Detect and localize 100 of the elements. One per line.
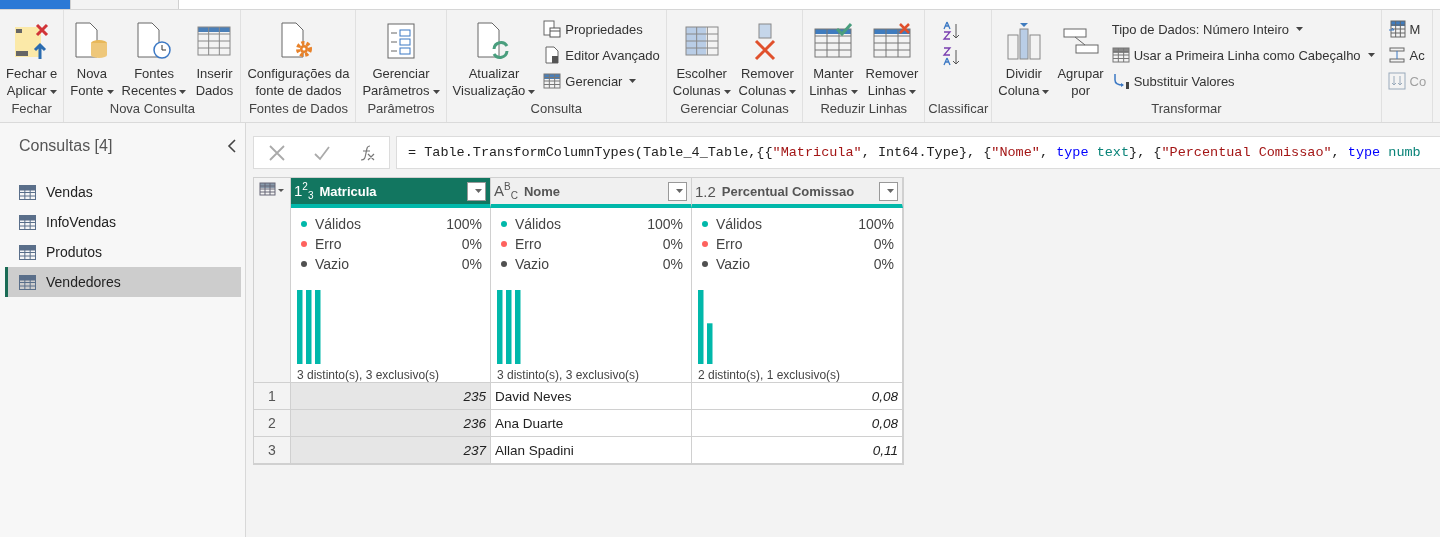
group-label: Nova Consulta (108, 100, 197, 118)
filter-dropdown[interactable] (467, 181, 486, 201)
page-clock-icon (134, 21, 174, 61)
ribbon-button[interactable]: Inserir Dados (191, 16, 238, 99)
table-icon (19, 274, 36, 290)
query-label: InfoVendas (46, 214, 117, 230)
group-label: Parâmetros (366, 100, 436, 118)
caret-icon (675, 189, 683, 193)
ribbon-button[interactable]: Substituir Valores (1108, 70, 1378, 92)
quality-value: 0% (662, 236, 683, 252)
quality-label: Vazio (315, 256, 350, 272)
table-cell: 235 (291, 383, 491, 410)
table-cell: 0,08 (692, 383, 903, 410)
table-menu-icon (259, 182, 285, 196)
ribbon-button[interactable]: Propriedades (540, 18, 663, 40)
table-cell: 0,11 (692, 437, 903, 464)
ribbon-button[interactable]: Fechar e Aplicar (3, 16, 61, 99)
table-icon (19, 244, 36, 260)
distinct-summary: 3 distinto(s), 3 exclusivo(s) (297, 368, 441, 382)
properties-icon (543, 20, 562, 38)
ribbon-button[interactable]: Atualizar Visualização (449, 16, 539, 99)
ribbon-button[interactable]: Escolher Colunas (669, 16, 734, 99)
table-check-icon (813, 21, 854, 61)
quality-label: Erro (315, 236, 343, 252)
queries-title: Consultas [4] (19, 137, 113, 155)
ribbon-button[interactable]: Fontes Recentes (118, 16, 190, 99)
row-number: 1 (254, 383, 291, 410)
column-name: Matricula (319, 183, 378, 199)
quality-value: 0% (873, 256, 894, 272)
ribbon-button[interactable]: Usar a Primeira Linha como Cabeçalho (1108, 44, 1378, 66)
caret-icon (789, 89, 797, 94)
collapse-chevron-icon (227, 139, 237, 153)
ribbon-button[interactable]: Nova Fonte (67, 16, 117, 99)
ribbon-button[interactable]: Gerenciar (540, 70, 663, 92)
column-header[interactable]: 1$^{2}$$_{3}$ Matricula (291, 178, 491, 208)
ribbon-button[interactable]: Ac (1384, 44, 1430, 66)
sort-descending-icon (941, 46, 962, 68)
ribbon-button[interactable]: Agrupar por (1054, 16, 1107, 99)
replace-values-icon (1111, 72, 1130, 90)
script-page-icon (543, 46, 562, 64)
row-number: 3 (254, 437, 291, 464)
quality-label: Erro (716, 236, 744, 252)
ribbon-button[interactable]: Remover Colunas (735, 16, 800, 99)
ribbon-button[interactable]: Remover Linhas (862, 16, 922, 99)
query-item[interactable]: Vendas (5, 177, 241, 207)
quality-value: 100% (647, 216, 683, 232)
quality-label: Válidos (515, 216, 562, 232)
type-label: 1.2 (695, 182, 716, 200)
column-header[interactable]: 1.2 Percentual Comissao (692, 178, 903, 208)
sort-ascending-icon (941, 20, 962, 42)
formula-field[interactable]: = Table.TransformColumnTypes(Table_4_Table,{{"Matricula", Int64.Type}, {"Nome", type text}, {"Percentual Comissao", type numb (396, 136, 1440, 169)
table-icon (1111, 46, 1130, 64)
ribbon-button[interactable]: Dividir Coluna (995, 16, 1053, 99)
caret-icon (629, 79, 637, 83)
cancel-icon (267, 143, 286, 162)
group-label: Consulta (529, 100, 583, 118)
table-cell: 236 (291, 410, 491, 437)
ribbon-button[interactable]: Tipo de Dados: Número Inteiro (1108, 18, 1378, 40)
quality-value: 100% (446, 216, 482, 232)
filter-dropdown[interactable] (879, 181, 898, 201)
column-name: Percentual Comissao (721, 183, 856, 199)
table-cell: 0,08 (692, 410, 903, 437)
table-x-icon (871, 21, 912, 61)
quality-value: 0% (461, 236, 482, 252)
group-label: Gerenciar Colunas (679, 100, 790, 118)
combine-files-icon (1387, 72, 1406, 90)
query-item[interactable]: Vendedores (5, 267, 241, 297)
caret-icon (528, 89, 536, 94)
caret-icon (1296, 27, 1303, 31)
quality-label: Vazio (515, 256, 550, 272)
group-label: Fechar (10, 100, 53, 118)
ribbon-button[interactable]: Editor Avançado (540, 44, 663, 66)
caret-icon (179, 89, 187, 94)
query-item[interactable]: InfoVendas (5, 207, 241, 237)
table-cell: Allan Spadini (491, 437, 692, 464)
caret-icon (1042, 89, 1050, 94)
column-header[interactable]: A$^{B}$$_{C}$ Nome (491, 178, 692, 208)
ribbon-button[interactable]: M (1384, 18, 1430, 40)
query-item[interactable]: Produtos (5, 237, 241, 267)
quality-value: 0% (873, 236, 894, 252)
table-icon (19, 184, 36, 200)
query-label: Produtos (46, 244, 103, 260)
distinct-summary: 3 distinto(s), 3 exclusivo(s) (497, 368, 641, 382)
caret-icon (1367, 53, 1375, 57)
quality-value: 100% (858, 216, 894, 232)
ribbon-button[interactable]: Configurações da fonte de dados (244, 16, 353, 99)
caret-icon (723, 89, 731, 94)
caret-icon (886, 189, 894, 193)
ribbon-button[interactable]: Manter Linhas (806, 16, 861, 99)
table-cell: Ana Duarte (491, 410, 692, 437)
group-label: Classificar (928, 100, 989, 118)
group-label: Reduzir Linhas (819, 100, 909, 118)
column-name: Nome (523, 183, 562, 199)
append-rows-icon (1387, 46, 1406, 64)
group-label: Fontes de Dados (247, 100, 349, 118)
table-cell: 237 (291, 437, 491, 464)
table-icon (543, 72, 562, 90)
filter-dropdown[interactable] (668, 181, 687, 201)
row-number: 2 (254, 410, 291, 437)
ribbon-button[interactable]: Gerenciar Parâmetros (359, 16, 443, 99)
